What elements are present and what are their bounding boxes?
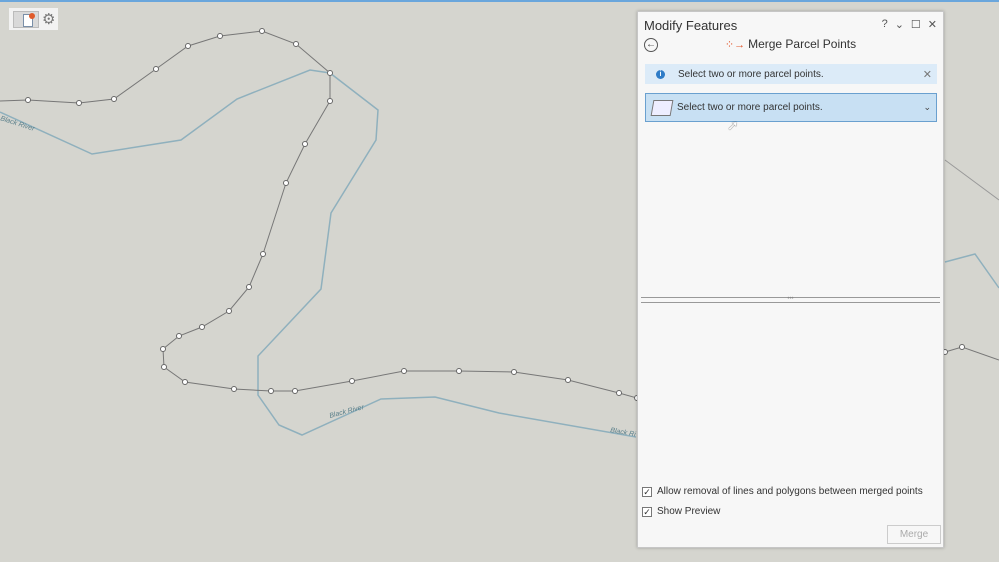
parcel-point[interactable] <box>217 33 223 39</box>
allow-removal-checkbox[interactable]: ✓ Allow removal of lines and polygons bet… <box>642 486 923 497</box>
help-button[interactable]: ? <box>882 18 888 31</box>
merge-points-icon: ⁘→ <box>724 39 746 51</box>
parcel-point[interactable] <box>259 28 265 34</box>
parcel-point[interactable] <box>246 284 252 290</box>
select-cursor-icon <box>650 99 674 116</box>
parcel-point[interactable] <box>199 324 205 330</box>
parcel-point[interactable] <box>327 70 333 76</box>
checkbox-label: Show Preview <box>657 506 721 517</box>
river-label: Black River <box>329 404 366 420</box>
checkbox-icon[interactable]: ✓ <box>642 506 652 517</box>
parcel-point[interactable] <box>401 368 407 374</box>
selection-dropdown[interactable]: Select two or more parcel points. ⌄ <box>645 93 937 122</box>
selection-text: Select two or more parcel points. <box>677 102 823 113</box>
modify-features-pane: Modify Features ? ⌄ ☐ ✕ ← ⁘→ Merge Parcel… <box>637 11 944 548</box>
parcel-point[interactable] <box>111 96 117 102</box>
parcel-point[interactable] <box>161 364 167 370</box>
parcel-point[interactable] <box>616 390 622 396</box>
chevron-down-icon[interactable]: ⌄ <box>895 18 904 31</box>
river-label: Black Ri <box>610 427 637 438</box>
river-label: Black River <box>0 115 36 133</box>
parcel-point[interactable] <box>456 368 462 374</box>
parcel-point[interactable] <box>268 388 274 394</box>
close-icon[interactable]: ✕ <box>923 68 932 81</box>
tool-title: Merge Parcel Points <box>748 37 857 51</box>
mouse-cursor-icon: ➚ <box>727 117 739 133</box>
window-border <box>0 0 999 2</box>
parcel-point[interactable] <box>226 308 232 314</box>
map-toolbar: ⚙ <box>9 8 58 30</box>
info-text: Select two or more parcel points. <box>678 68 824 80</box>
parcel-line[interactable] <box>944 346 999 361</box>
parcel-point[interactable] <box>231 386 237 392</box>
parcel-point[interactable] <box>153 66 159 72</box>
merge-button[interactable]: Merge <box>887 525 941 544</box>
parcel-point[interactable] <box>76 100 82 106</box>
parcel-point[interactable] <box>182 379 188 385</box>
parcel-point[interactable] <box>260 251 266 257</box>
info-icon: i <box>656 69 665 79</box>
parcel-point[interactable] <box>302 141 308 147</box>
parcel-point[interactable] <box>292 388 298 394</box>
parcel-point[interactable] <box>185 43 191 49</box>
maximize-icon[interactable]: ☐ <box>911 18 921 31</box>
parcel-point[interactable] <box>959 344 965 350</box>
parcel-point[interactable] <box>293 41 299 47</box>
parcel-point[interactable] <box>349 378 355 384</box>
parcel-point[interactable] <box>283 180 289 186</box>
map-line <box>944 159 999 201</box>
parcel-point[interactable] <box>160 346 166 352</box>
pane-title: Modify Features <box>644 18 738 33</box>
parcel-point[interactable] <box>176 333 182 339</box>
chevron-down-icon[interactable]: ⌄ <box>923 102 931 113</box>
gear-icon[interactable]: ⚙ <box>42 12 55 27</box>
parcel-point[interactable] <box>327 98 333 104</box>
checkbox-label: Allow removal of lines and polygons betw… <box>657 486 923 497</box>
show-preview-checkbox[interactable]: ✓ Show Preview <box>642 506 720 517</box>
checkbox-icon[interactable]: ✓ <box>642 486 652 497</box>
splitter-handle[interactable]: ••• <box>641 296 940 303</box>
info-message-bar: i Select two or more parcel points. ✕ <box>645 64 937 84</box>
parcel-point[interactable] <box>511 369 517 375</box>
parcel-icon <box>29 12 35 19</box>
parcel-tool-button[interactable] <box>13 10 39 28</box>
parcel-point[interactable] <box>25 97 31 103</box>
parcel-point[interactable] <box>565 377 571 383</box>
close-icon[interactable]: ✕ <box>928 18 937 31</box>
parcel-line[interactable] <box>0 30 638 399</box>
